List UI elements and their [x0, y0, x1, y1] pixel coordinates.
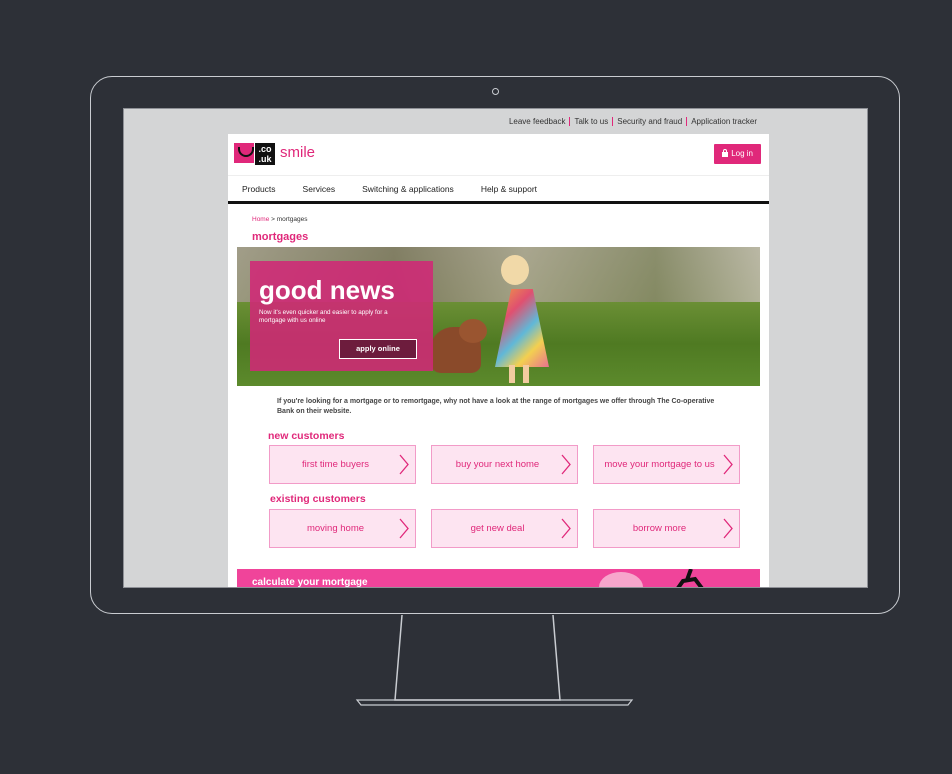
existing-customers-heading: existing customers: [270, 493, 366, 505]
monitor-screen: Leave feedback Talk to us Security and f…: [123, 108, 868, 588]
intro-text: If you're looking for a mortgage or to r…: [277, 398, 715, 415]
security-fraud-link[interactable]: Security and fraud: [612, 117, 686, 126]
breadcrumb-current: mortgages: [276, 216, 308, 223]
calculate-mortgage-title: calculate your mortgage: [252, 577, 368, 588]
child-legs-image: [509, 365, 529, 383]
tile-label: get new deal: [470, 523, 525, 534]
breadcrumb: Home > mortgages: [252, 216, 307, 223]
chevron-right-icon: [399, 518, 409, 539]
nav-help-support[interactable]: Help & support: [481, 184, 537, 194]
breadcrumb-home[interactable]: Home: [252, 216, 269, 223]
nav-switching-applications[interactable]: Switching & applications: [362, 184, 454, 194]
move-mortgage-tile[interactable]: move your mortgage to us: [593, 445, 740, 484]
site-header: .co .uk smile Log in: [228, 134, 769, 176]
chevron-right-icon: [723, 518, 733, 539]
leave-feedback-link[interactable]: Leave feedback: [505, 117, 570, 126]
lock-icon: [722, 149, 729, 157]
child-head-image: [501, 255, 529, 285]
chevron-right-icon: [561, 454, 571, 475]
hero-subtitle: Now it's even quicker and easier to appl…: [259, 309, 388, 324]
tile-label: buy your next home: [455, 459, 540, 470]
figure-illustration: [676, 569, 704, 587]
breadcrumb-sep: >: [269, 216, 277, 223]
camera-icon: [492, 88, 499, 95]
borrow-more-tile[interactable]: borrow more: [593, 509, 740, 548]
page-title: mortgages: [252, 231, 309, 243]
couk-logo-badge: .co .uk: [255, 143, 275, 165]
smile-logo-icon[interactable]: [234, 143, 254, 163]
login-label: Log in: [731, 149, 753, 158]
application-tracker-link[interactable]: Application tracker: [686, 117, 761, 126]
apply-online-button[interactable]: apply online: [339, 339, 417, 359]
tile-label: move your mortgage to us: [604, 459, 715, 470]
calculate-mortgage-banner[interactable]: calculate your mortgage: [237, 569, 760, 588]
buy-next-home-tile[interactable]: buy your next home: [431, 445, 578, 484]
chevron-right-icon: [399, 454, 409, 475]
web-page: .co .uk smile Log in Products Services Sw…: [228, 134, 769, 588]
hero-title: good news: [259, 275, 395, 305]
new-customers-heading: new customers: [268, 430, 345, 442]
utility-links: Leave feedback Talk to us Security and f…: [505, 117, 761, 126]
nav-products[interactable]: Products: [242, 184, 276, 194]
dog-head-image: [459, 319, 487, 343]
moving-home-tile[interactable]: moving home: [269, 509, 416, 548]
tile-label: moving home: [306, 523, 365, 534]
cloud-decoration: [599, 572, 643, 587]
tile-label: borrow more: [632, 523, 687, 534]
chevron-right-icon: [723, 454, 733, 475]
tile-label: first time buyers: [301, 459, 370, 470]
logo-text[interactable]: smile: [280, 144, 315, 161]
hero-panel: good news Now it's even quicker and easi…: [250, 261, 433, 371]
nav-services[interactable]: Services: [303, 184, 336, 194]
chevron-right-icon: [561, 518, 571, 539]
get-new-deal-tile[interactable]: get new deal: [431, 509, 578, 548]
talk-to-us-link[interactable]: Talk to us: [569, 117, 612, 126]
main-nav: Products Services Switching & applicatio…: [228, 176, 769, 204]
hero-banner: good news Now it's even quicker and easi…: [237, 247, 760, 386]
login-button[interactable]: Log in: [714, 144, 761, 164]
first-time-buyers-tile[interactable]: first time buyers: [269, 445, 416, 484]
